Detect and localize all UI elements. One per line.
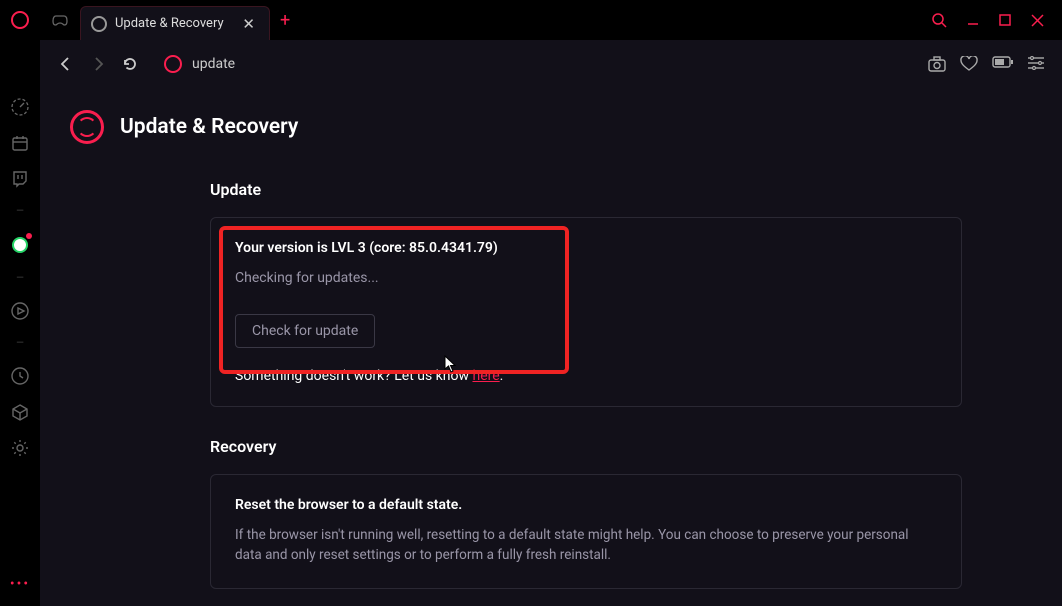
opera-logo-icon xyxy=(70,110,104,144)
recovery-card: Reset the browser to a default state. If… xyxy=(210,474,962,589)
new-tab-button[interactable]: + xyxy=(270,10,300,31)
opera-menu-button[interactable] xyxy=(0,0,40,40)
sidebar-separator: — xyxy=(16,273,24,284)
minimize-button[interactable] xyxy=(967,14,979,26)
navbar: update xyxy=(40,40,1062,88)
sidebar-settings-icon[interactable] xyxy=(0,439,40,457)
sidebar-cube-icon[interactable] xyxy=(0,403,40,421)
version-core: (core: 85.0.4341.79) xyxy=(369,240,498,256)
battery-icon[interactable] xyxy=(992,56,1014,72)
recovery-section-title: Recovery xyxy=(210,437,962,456)
address-bar[interactable]: update xyxy=(192,56,928,72)
window-controls xyxy=(931,0,1062,40)
forward-button[interactable] xyxy=(82,48,114,80)
opera-logo-icon xyxy=(11,11,29,29)
page-header: Update & Recovery xyxy=(70,110,1032,144)
controller-icon xyxy=(52,13,68,27)
recovery-body: If the browser isn't running well, reset… xyxy=(235,525,937,566)
version-level: LVL 3 xyxy=(331,240,365,256)
update-card: Your version is LVL 3 (core: 85.0.4341.7… xyxy=(210,217,962,407)
easy-setup-icon[interactable] xyxy=(1028,56,1044,72)
reload-button[interactable] xyxy=(114,48,146,80)
content: Update & Recovery Update Your version is… xyxy=(40,88,1062,606)
snapshot-icon[interactable] xyxy=(928,56,946,72)
check-for-update-button[interactable]: Check for update xyxy=(235,314,375,348)
tab-close-button[interactable]: ✕ xyxy=(238,15,259,33)
page-title: Update & Recovery xyxy=(120,115,298,139)
site-identity-icon[interactable] xyxy=(164,55,182,73)
help-suffix: . xyxy=(500,368,504,384)
sidebar-whatsapp-icon[interactable] xyxy=(0,235,40,255)
sidebar-separator: — xyxy=(16,206,24,217)
version-prefix: Your version is xyxy=(235,240,328,256)
help-link[interactable]: here xyxy=(472,368,499,384)
maximize-button[interactable] xyxy=(999,14,1011,26)
sidebar-more-button[interactable]: ••• xyxy=(0,576,40,592)
update-section-title: Update xyxy=(210,180,962,199)
main-wrap: — — — ••• Update & Recovery Update Your … xyxy=(0,88,1062,606)
help-text: Something doesn't work? Let us know xyxy=(235,368,472,384)
navbar-right-icons xyxy=(928,56,1052,72)
sidebar-speed-dial-icon[interactable] xyxy=(0,98,40,116)
titlebar-left: Update & Recovery ✕ + xyxy=(0,0,300,40)
back-button[interactable] xyxy=(50,48,82,80)
titlebar: Update & Recovery ✕ + xyxy=(0,0,1062,40)
sidebar-separator: — xyxy=(16,338,24,349)
help-line: Something doesn't work? Let us know here… xyxy=(235,368,937,384)
sidebar-twitch-icon[interactable] xyxy=(0,170,40,188)
heart-icon[interactable] xyxy=(960,56,978,72)
sidebar-history-icon[interactable] xyxy=(0,367,40,385)
notification-badge-icon xyxy=(26,233,32,239)
tab-favicon-icon xyxy=(91,16,107,32)
search-icon[interactable] xyxy=(931,12,947,28)
recovery-section: Recovery Reset the browser to a default … xyxy=(210,437,962,589)
sidebar-calendar-icon[interactable] xyxy=(0,134,40,152)
version-line: Your version is LVL 3 (core: 85.0.4341.7… xyxy=(235,240,937,256)
browser-tab[interactable]: Update & Recovery ✕ xyxy=(80,6,270,40)
recovery-heading: Reset the browser to a default state. xyxy=(235,497,937,513)
tab-title: Update & Recovery xyxy=(115,16,238,31)
sidebar: — — — ••• xyxy=(0,88,40,606)
update-status: Checking for updates... xyxy=(235,270,937,286)
close-button[interactable] xyxy=(1031,14,1044,27)
update-section: Update Your version is LVL 3 (core: 85.0… xyxy=(210,180,962,407)
sidebar-player-icon[interactable] xyxy=(0,302,40,320)
workspace-switcher[interactable] xyxy=(40,0,80,40)
